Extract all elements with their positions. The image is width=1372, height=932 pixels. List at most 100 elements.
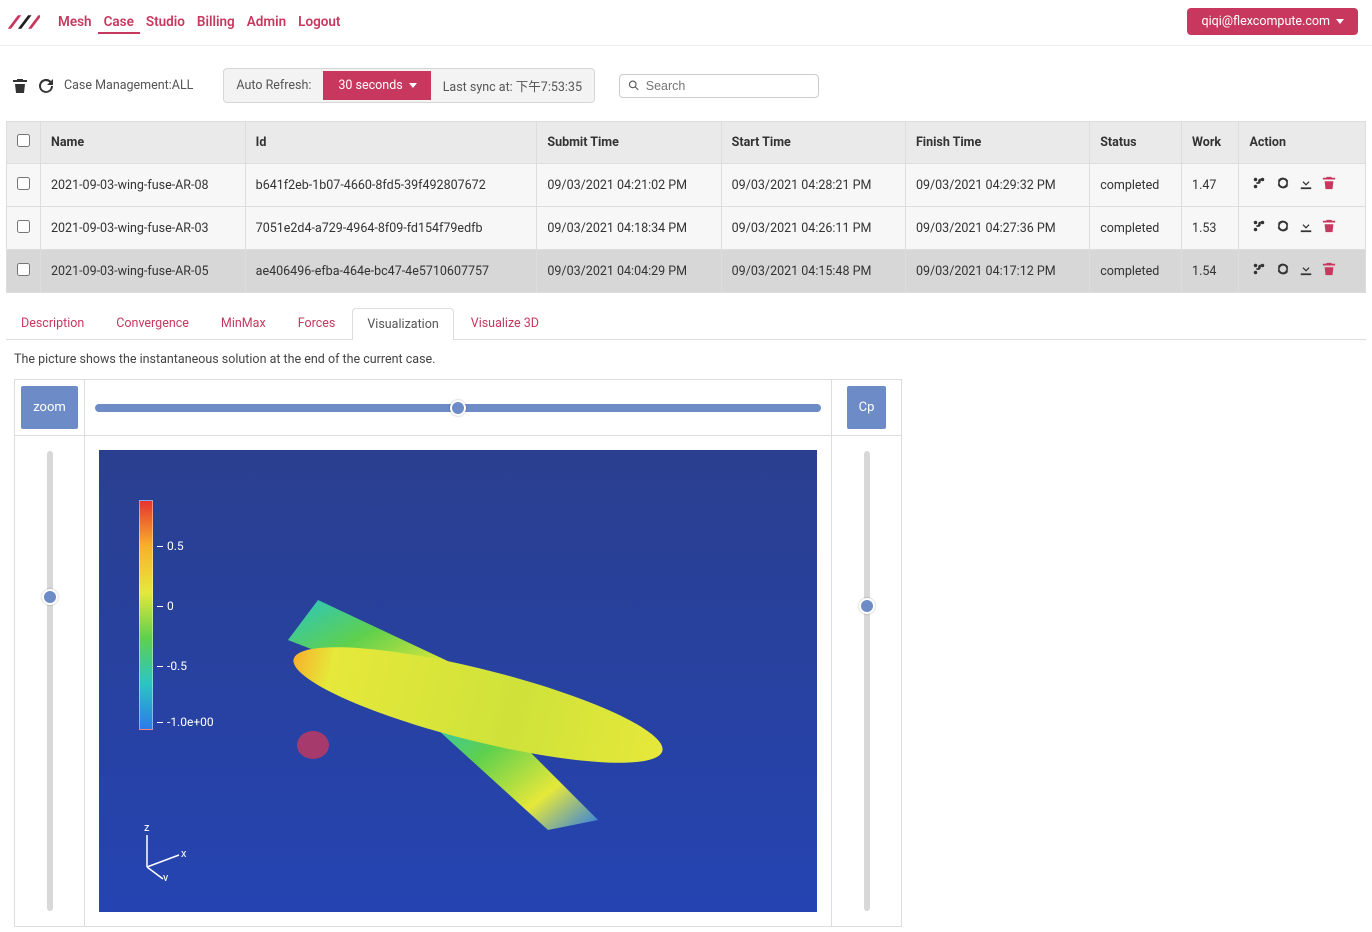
colorbar-ticks: 0.5 0 -0.5 -1.0e+00 <box>157 496 214 728</box>
col-name: Name <box>41 122 246 164</box>
cell-finish: 09/03/2021 04:17:12 PM <box>905 250 1089 293</box>
tab-description[interactable]: Description <box>6 307 99 339</box>
fork-icon[interactable] <box>1252 176 1266 190</box>
search-icon <box>628 79 640 92</box>
nav-link-mesh[interactable]: Mesh <box>52 12 98 32</box>
col-submit: Submit Time <box>537 122 721 164</box>
cell-name: 2021-09-03-wing-fuse-AR-05 <box>41 250 246 293</box>
last-sync-label: Last sync at: 下午7:53:35 <box>431 69 594 102</box>
zoom-button[interactable]: zoom <box>21 386 78 429</box>
nav-link-logout[interactable]: Logout <box>292 12 346 32</box>
logo <box>6 10 40 34</box>
cell-submit: 09/03/2021 04:18:34 PM <box>537 207 721 250</box>
chevron-down-icon <box>1336 19 1344 24</box>
cell-id: 7051e2d4-a729-4964-8f09-fd154f79edfb <box>245 207 537 250</box>
cell-start: 09/03/2021 04:28:21 PM <box>721 164 905 207</box>
download-icon[interactable] <box>1299 219 1313 233</box>
retry-icon[interactable] <box>1276 219 1290 233</box>
cell-id: ae406496-efba-464e-bc47-4e5710607757 <box>245 250 537 293</box>
nav-left: MeshCaseStudioBillingAdminLogout <box>6 10 346 34</box>
col-status: Status <box>1090 122 1182 164</box>
row-checkbox[interactable] <box>17 177 30 190</box>
cell-work: 1.47 <box>1182 164 1239 207</box>
row-checkbox[interactable] <box>17 263 30 276</box>
zoom-slider-thumb[interactable] <box>42 589 58 605</box>
viz-canvas[interactable]: 0.5 0 -0.5 -1.0e+00 z x y <box>99 450 817 912</box>
cell-work: 1.53 <box>1182 207 1239 250</box>
svg-text:y: y <box>163 871 169 881</box>
delete-icon[interactable] <box>1322 219 1336 233</box>
colorbar <box>139 500 153 730</box>
col-finish: Finish Time <box>905 122 1089 164</box>
cell-start: 09/03/2021 04:15:48 PM <box>721 250 905 293</box>
auto-refresh-label: Auto Refresh: <box>224 71 323 100</box>
horizontal-slider-thumb[interactable] <box>450 400 466 416</box>
select-all-checkbox[interactable] <box>17 134 30 147</box>
auto-refresh-group: Auto Refresh: 30 seconds Last sync at: 下… <box>223 68 595 103</box>
user-menu[interactable]: qiqi@flexcompute.com <box>1187 8 1358 35</box>
refresh-icon[interactable] <box>38 78 54 94</box>
breadcrumb: Case Management:ALL <box>64 78 193 93</box>
delete-icon[interactable] <box>1322 262 1336 276</box>
col-action: Action <box>1239 122 1366 164</box>
cell-work: 1.54 <box>1182 250 1239 293</box>
zoom-slider[interactable] <box>47 451 53 911</box>
cell-status: completed <box>1090 207 1182 250</box>
svg-text:z: z <box>144 821 150 834</box>
chevron-down-icon <box>409 83 417 88</box>
field-slider[interactable] <box>864 451 870 911</box>
tab-visualize-3d[interactable]: Visualize 3D <box>456 307 554 339</box>
field-button[interactable]: Cp <box>847 386 887 429</box>
table-row[interactable]: 2021-09-03-wing-fuse-AR-08 b641f2eb-1b07… <box>7 164 1366 207</box>
viz-panel: zoom Cp 0.5 0 -0.5 -1.0e+00 <box>14 379 902 927</box>
cell-actions <box>1239 250 1366 293</box>
navbar: MeshCaseStudioBillingAdminLogout qiqi@fl… <box>0 0 1372 46</box>
toolbar: Case Management:ALL Auto Refresh: 30 sec… <box>0 46 1372 121</box>
trash-icon[interactable] <box>12 78 28 94</box>
cell-submit: 09/03/2021 04:21:02 PM <box>537 164 721 207</box>
svg-text:x: x <box>181 847 187 860</box>
retry-icon[interactable] <box>1276 262 1290 276</box>
download-icon[interactable] <box>1299 176 1313 190</box>
cell-actions <box>1239 207 1366 250</box>
axes-triad: z x y <box>133 821 193 884</box>
download-icon[interactable] <box>1299 262 1313 276</box>
cell-start: 09/03/2021 04:26:11 PM <box>721 207 905 250</box>
detail-tabs: DescriptionConvergenceMinMaxForcesVisual… <box>6 307 1366 340</box>
nav-link-billing[interactable]: Billing <box>191 12 241 32</box>
cell-status: completed <box>1090 164 1182 207</box>
viz-description: The picture shows the instantaneous solu… <box>14 352 1358 367</box>
retry-icon[interactable] <box>1276 176 1290 190</box>
cell-name: 2021-09-03-wing-fuse-AR-03 <box>41 207 246 250</box>
col-id: Id <box>245 122 537 164</box>
tab-convergence[interactable]: Convergence <box>101 307 204 339</box>
aircraft-model <box>218 530 698 850</box>
field-slider-thumb[interactable] <box>859 598 875 614</box>
tab-forces[interactable]: Forces <box>283 307 351 339</box>
cell-finish: 09/03/2021 04:27:36 PM <box>905 207 1089 250</box>
cell-id: b641f2eb-1b07-4660-8fd5-39f492807672 <box>245 164 537 207</box>
cell-name: 2021-09-03-wing-fuse-AR-08 <box>41 164 246 207</box>
user-email: qiqi@flexcompute.com <box>1201 14 1330 29</box>
table-row[interactable]: 2021-09-03-wing-fuse-AR-05 ae406496-efba… <box>7 250 1366 293</box>
nav-link-admin[interactable]: Admin <box>241 12 292 32</box>
tab-minmax[interactable]: MinMax <box>206 307 281 339</box>
col-start: Start Time <box>721 122 905 164</box>
case-table: Name Id Submit Time Start Time Finish Ti… <box>6 121 1366 293</box>
tab-visualization[interactable]: Visualization <box>352 308 453 340</box>
row-checkbox[interactable] <box>17 220 30 233</box>
col-work: Work <box>1182 122 1239 164</box>
search-box[interactable] <box>619 74 819 98</box>
nav-link-case[interactable]: Case <box>98 12 140 34</box>
fork-icon[interactable] <box>1252 219 1266 233</box>
fork-icon[interactable] <box>1252 262 1266 276</box>
auto-refresh-select[interactable]: 30 seconds <box>323 71 430 100</box>
horizontal-slider[interactable] <box>95 404 821 412</box>
cell-actions <box>1239 164 1366 207</box>
delete-icon[interactable] <box>1322 176 1336 190</box>
nav-link-studio[interactable]: Studio <box>140 12 191 32</box>
search-input[interactable] <box>646 79 810 93</box>
cell-finish: 09/03/2021 04:29:32 PM <box>905 164 1089 207</box>
table-row[interactable]: 2021-09-03-wing-fuse-AR-03 7051e2d4-a729… <box>7 207 1366 250</box>
cell-submit: 09/03/2021 04:04:29 PM <box>537 250 721 293</box>
